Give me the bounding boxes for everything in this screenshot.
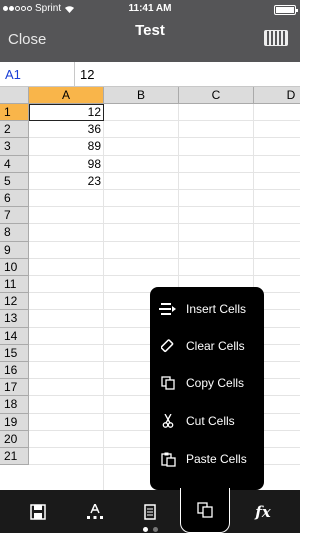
paste-cells-item[interactable]: Paste Cells bbox=[150, 441, 264, 477]
cell-a3[interactable]: 89 bbox=[29, 138, 104, 155]
cell-a2[interactable]: 36 bbox=[29, 121, 104, 138]
column-header-b[interactable]: B bbox=[104, 87, 179, 104]
cell-a4[interactable]: 98 bbox=[29, 156, 104, 173]
page-dot-1 bbox=[142, 527, 148, 532]
row-header-5[interactable]: 5 bbox=[0, 172, 29, 190]
insert-cells-item[interactable]: Insert Cells bbox=[150, 291, 264, 327]
insert-cells-label: Insert Cells bbox=[186, 302, 247, 316]
status-time: 11:41 AM bbox=[128, 3, 172, 14]
row-header-19[interactable]: 19 bbox=[0, 413, 29, 431]
format-icon bbox=[87, 503, 103, 519]
status-bar: Sprint 11:41 AM bbox=[0, 0, 300, 20]
row-header-2[interactable]: 2 bbox=[0, 121, 29, 139]
column-header-c[interactable]: C bbox=[179, 87, 254, 104]
selected-cell-outline bbox=[29, 104, 104, 122]
copy-cells-label: Copy Cells bbox=[186, 376, 245, 390]
row-header-4[interactable]: 4 bbox=[0, 155, 29, 173]
eraser-icon bbox=[150, 339, 186, 353]
row-header-16[interactable]: 16 bbox=[0, 362, 29, 380]
insert-cells-icon bbox=[150, 303, 186, 315]
row-header-11[interactable]: 11 bbox=[0, 276, 29, 294]
nav-bar: Close Test bbox=[0, 20, 300, 62]
row-header-6[interactable]: 6 bbox=[0, 190, 29, 208]
battery-icon bbox=[274, 5, 298, 15]
row-header-3[interactable]: 3 bbox=[0, 138, 29, 156]
row-header-1[interactable]: 1 bbox=[0, 104, 29, 122]
column-header-a[interactable]: A bbox=[29, 87, 104, 104]
row-header-9[interactable]: 9 bbox=[0, 241, 29, 259]
formula-bar: A1 12 bbox=[0, 62, 300, 87]
keyboard-icon[interactable] bbox=[264, 30, 288, 46]
row-header-8[interactable]: 8 bbox=[0, 224, 29, 242]
function-icon: fx bbox=[255, 502, 271, 521]
grid-row-line bbox=[29, 206, 300, 208]
formula-input[interactable]: 12 bbox=[80, 67, 94, 82]
grid-row-line bbox=[29, 223, 300, 225]
cut-cells-label: Cut Cells bbox=[186, 414, 235, 428]
row-header-15[interactable]: 15 bbox=[0, 344, 29, 362]
bottom-toolbar: fx bbox=[0, 488, 300, 533]
grid-row-line bbox=[29, 240, 300, 242]
copy-cells-item[interactable]: Copy Cells bbox=[150, 365, 264, 401]
document-icon bbox=[144, 503, 156, 520]
row-header-10[interactable]: 10 bbox=[0, 258, 29, 276]
cell-a5[interactable]: 23 bbox=[29, 173, 104, 190]
cut-cells-item[interactable]: Cut Cells bbox=[150, 403, 264, 439]
row-header-20[interactable]: 20 bbox=[0, 430, 29, 448]
row-header-14[interactable]: 14 bbox=[0, 327, 29, 345]
select-all-corner[interactable] bbox=[0, 87, 29, 104]
save-icon bbox=[30, 503, 46, 520]
grid-row-line bbox=[29, 275, 300, 276]
cells-context-menu: Insert Cells Clear Cells Copy Cells Cut … bbox=[150, 287, 264, 490]
column-header-d[interactable]: D bbox=[254, 87, 300, 104]
cells-icon bbox=[197, 502, 213, 518]
row-header-18[interactable]: 18 bbox=[0, 396, 29, 414]
page-indicator bbox=[0, 527, 300, 532]
paste-icon bbox=[150, 452, 186, 467]
copy-icon bbox=[150, 376, 186, 390]
grid-row-line bbox=[29, 257, 300, 259]
clear-cells-label: Clear Cells bbox=[186, 339, 245, 353]
page-dot-2 bbox=[152, 527, 158, 532]
page-title: Test bbox=[135, 22, 165, 39]
row-header-7[interactable]: 7 bbox=[0, 207, 29, 225]
row-header-13[interactable]: 13 bbox=[0, 310, 29, 328]
clear-cells-item[interactable]: Clear Cells bbox=[150, 328, 264, 364]
row-header-21[interactable]: 21 bbox=[0, 448, 29, 466]
row-header-17[interactable]: 17 bbox=[0, 379, 29, 397]
paste-cells-label: Paste Cells bbox=[186, 452, 247, 466]
scissors-icon bbox=[150, 414, 186, 428]
row-header-12[interactable]: 12 bbox=[0, 293, 29, 311]
cell-reference-field[interactable]: A1 bbox=[0, 62, 75, 87]
